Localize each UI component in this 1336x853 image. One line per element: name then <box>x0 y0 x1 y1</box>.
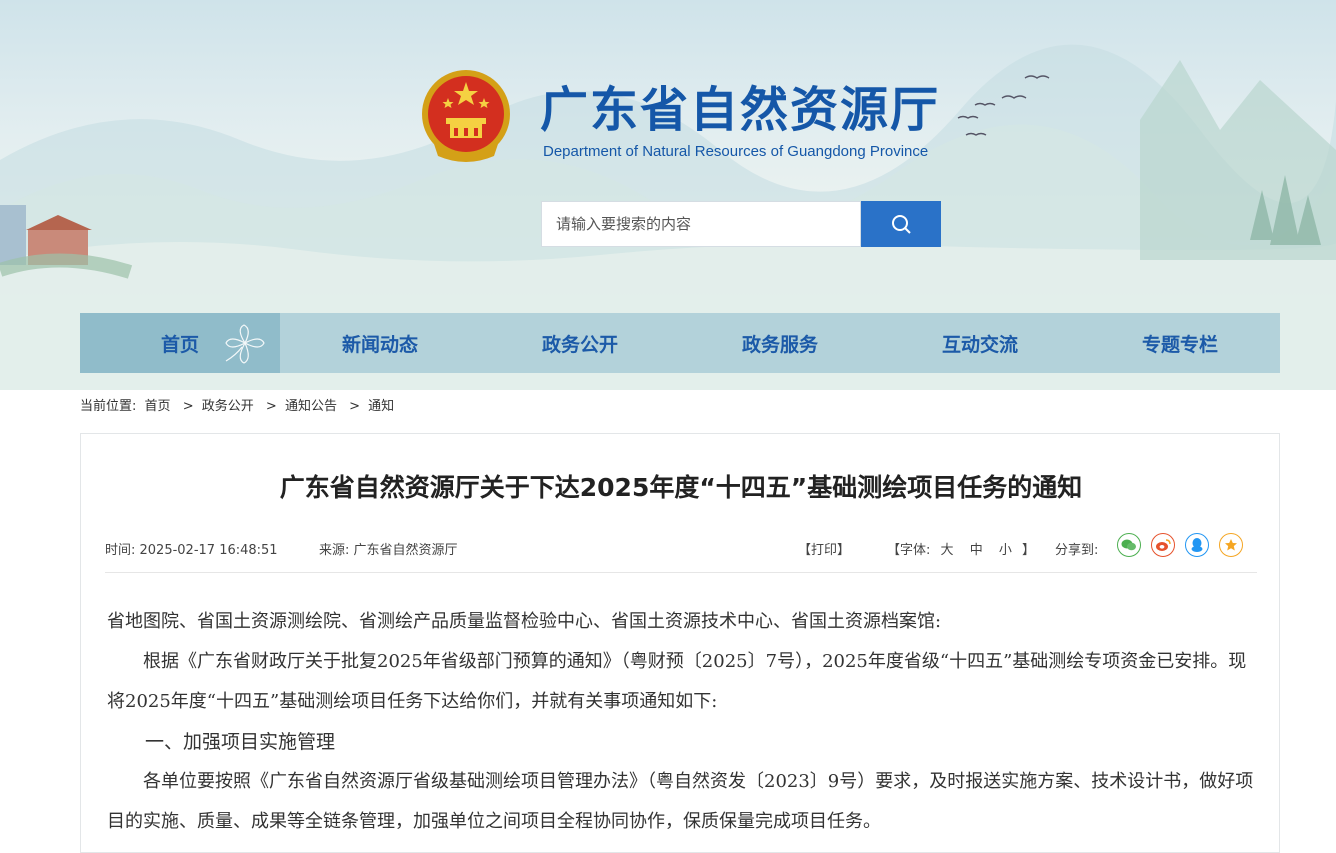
nav-item-label: 首页 <box>160 333 199 356</box>
article-title: 广东省自然资源厅关于下达2025年度“十四五”基础测绘项目任务的通知 <box>279 473 1083 502</box>
nav-item-government-services[interactable]: 政务服务 <box>680 313 880 373</box>
breadcrumb-label: 当前位置: <box>80 399 137 414</box>
font-size-close: 】 <box>1022 543 1036 558</box>
print-button[interactable]: 【打印】 <box>798 539 850 558</box>
nav-item-government-affairs[interactable]: 政务公开 <box>480 313 680 373</box>
article-body: 省地图院、省国土资源测绘院、省测绘产品质量监督检验中心、省国土资源技术中心、省国… <box>107 602 1257 842</box>
site-header: 广东省自然资源厅 Department of Natural Resources… <box>0 0 1336 390</box>
font-size-control: 【字体: 大 中 小 】 <box>887 539 1035 558</box>
nav-item-label: 政务服务 <box>741 333 818 356</box>
breadcrumb-item-announcements[interactable]: 通知公告 <box>285 399 337 414</box>
addressee-paragraph: 省地图院、省国土资源测绘院、省测绘产品质量监督检验中心、省国土资源技术中心、省国… <box>107 611 942 632</box>
search-button[interactable] <box>861 201 941 247</box>
nav-item-label: 政务公开 <box>541 333 618 356</box>
search-icon <box>892 215 911 234</box>
body-paragraph: 各单位要按照《广东省自然资源厅省级基础测绘项目管理办法》（粤自然资发〔2023〕… <box>107 771 1254 832</box>
nav-item-label: 专题专栏 <box>1141 333 1218 356</box>
national-emblem-icon <box>422 70 510 162</box>
breadcrumb-separator: > <box>182 399 194 414</box>
article-source: 来源: 广东省自然资源厅 <box>319 543 458 558</box>
breadcrumb-item-notice[interactable]: 通知 <box>368 399 394 414</box>
font-size-large[interactable]: 大 <box>941 543 954 558</box>
flower-decoration-icon <box>225 324 265 364</box>
qq-icon[interactable] <box>1185 533 1209 557</box>
nav-item-news[interactable]: 新闻动态 <box>280 313 480 373</box>
nav-item-interaction[interactable]: 互动交流 <box>880 313 1080 373</box>
nav-item-label: 新闻动态 <box>341 333 418 356</box>
breadcrumb-separator: > <box>265 399 277 414</box>
share-label: 分享到: <box>1055 543 1099 558</box>
share-icons <box>1117 533 1243 557</box>
breadcrumb-item-government-affairs[interactable]: 政务公开 <box>202 399 254 414</box>
font-size-label: 【字体: <box>887 543 931 558</box>
publish-time: 时间: 2025-02-17 16:48:51 <box>105 543 278 558</box>
article-panel: 广东省自然资源厅关于下达2025年度“十四五”基础测绘项目任务的通知 时间: 2… <box>80 433 1280 853</box>
wechat-icon[interactable] <box>1117 533 1141 557</box>
article-meta: 时间: 2025-02-17 16:48:51 来源: 广东省自然资源厅 【打印… <box>105 533 1255 569</box>
nav-item-special-topics[interactable]: 专题专栏 <box>1080 313 1280 373</box>
weibo-icon[interactable] <box>1151 533 1175 557</box>
site-subtitle: Department of Natural Resources of Guang… <box>543 143 929 160</box>
search-input[interactable] <box>542 202 860 246</box>
body-paragraph: 根据《广东省财政厅关于批复2025年省级部门预算的通知》（粤财预〔2025〕7号… <box>107 651 1247 712</box>
meta-divider <box>105 572 1257 573</box>
favorite-icon[interactable] <box>1219 533 1243 557</box>
section-heading: 一、加强项目实施管理 <box>145 731 336 753</box>
site-title: 广东省自然资源厅 <box>540 82 941 138</box>
breadcrumb: 当前位置: 首页 > 政务公开 > 通知公告 > 通知 <box>80 395 398 414</box>
nav-item-label: 互动交流 <box>941 333 1018 356</box>
search-field <box>541 201 861 247</box>
font-size-medium[interactable]: 中 <box>970 543 983 558</box>
font-size-small[interactable]: 小 <box>999 543 1012 558</box>
main-navigation: 首页 新闻动态 政务公开 政务服务 互动交流 专题专栏 <box>80 313 1280 373</box>
breadcrumb-separator: > <box>349 399 360 414</box>
breadcrumb-item-home[interactable]: 首页 <box>145 399 171 414</box>
nav-item-home[interactable]: 首页 <box>80 313 280 373</box>
